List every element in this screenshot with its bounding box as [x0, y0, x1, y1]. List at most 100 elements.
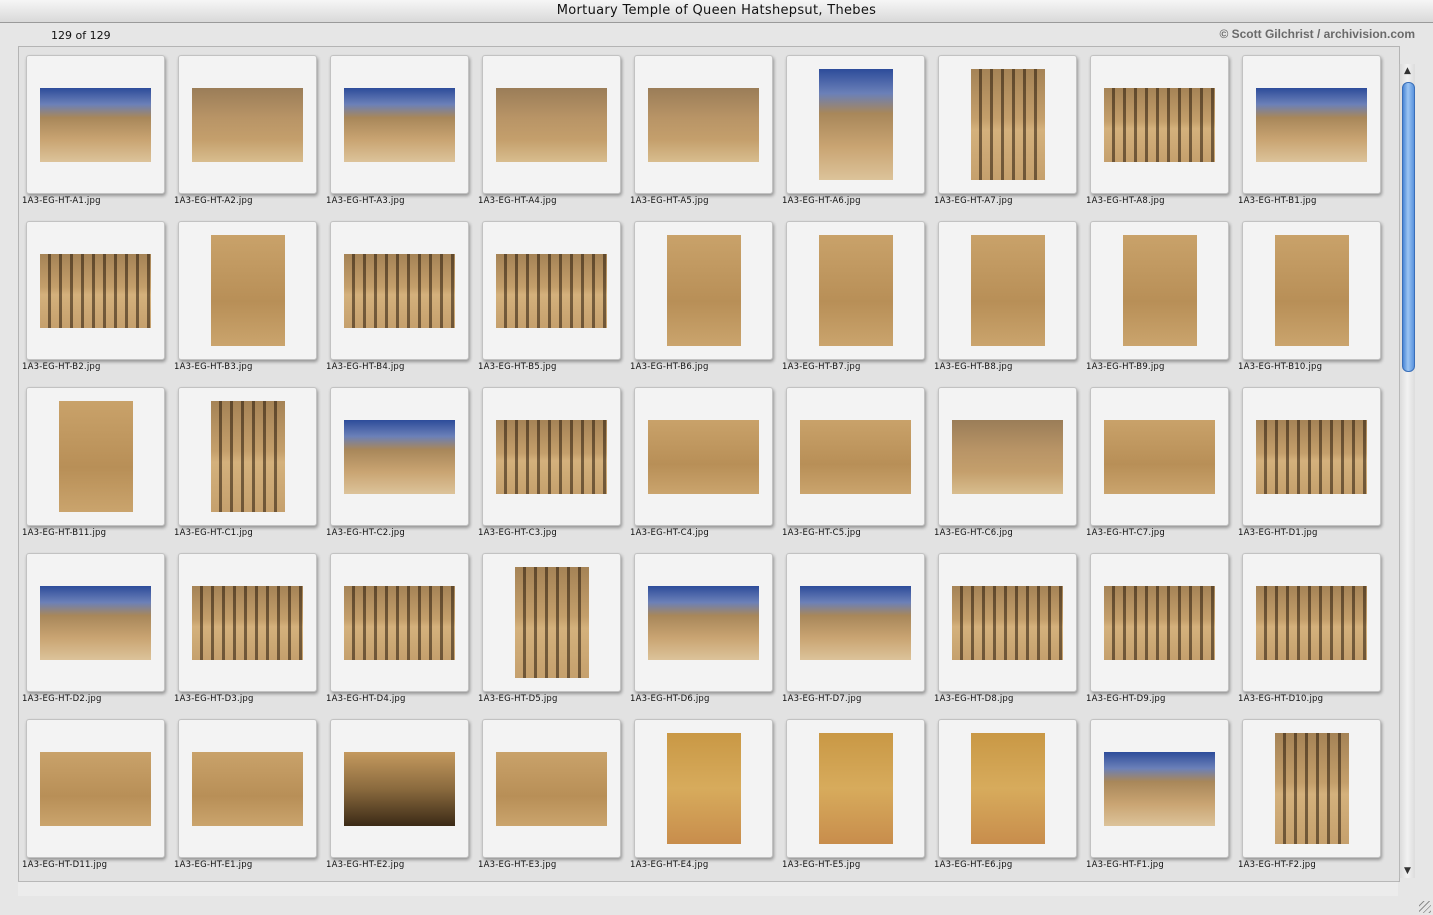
thumbnail-item[interactable]: 1A3-EG-HT-E4.jpg [628, 713, 780, 873]
vertical-scrollbar[interactable]: ▲ ▼ [1399, 64, 1415, 878]
thumbnail-item[interactable]: 1A3-EG-HT-D11.jpg [20, 713, 172, 873]
thumbnail-item[interactable]: 1A3-EG-HT-D3.jpg [172, 547, 324, 707]
thumbnail-frame[interactable] [634, 387, 773, 526]
thumbnail-frame[interactable] [1242, 55, 1381, 194]
thumbnail-image[interactable] [211, 401, 285, 512]
thumbnail-image[interactable] [1256, 88, 1367, 162]
thumbnail-item[interactable]: 1A3-EG-HT-B8.jpg [932, 215, 1084, 375]
thumbnail-item[interactable]: 1A3-EG-HT-C2.jpg [324, 381, 476, 541]
thumbnail-image[interactable] [192, 88, 303, 162]
thumbnail-item[interactable]: 1A3-EG-HT-E6.jpg [932, 713, 1084, 873]
thumbnail-frame[interactable] [786, 387, 925, 526]
thumbnail-frame[interactable] [1242, 221, 1381, 360]
thumbnail-frame[interactable] [1242, 387, 1381, 526]
thumbnail-image[interactable] [496, 752, 607, 826]
thumbnail-item[interactable]: 1A3-EG-HT-D1.jpg [1236, 381, 1388, 541]
thumbnail-item[interactable]: 1A3-EG-HT-D9.jpg [1084, 547, 1236, 707]
thumbnail-image[interactable] [1256, 420, 1367, 494]
thumbnail-frame[interactable] [786, 221, 925, 360]
thumbnail-image[interactable] [40, 752, 151, 826]
thumbnail-image[interactable] [667, 235, 741, 346]
thumbnail-item[interactable]: 1A3-EG-HT-A2.jpg [172, 49, 324, 209]
thumbnail-frame[interactable] [330, 719, 469, 858]
thumbnail-frame[interactable] [786, 553, 925, 692]
thumbnail-image[interactable] [800, 586, 911, 660]
thumbnail-item[interactable]: 1A3-EG-HT-B2.jpg [20, 215, 172, 375]
thumbnail-frame[interactable] [1242, 553, 1381, 692]
thumbnail-frame[interactable] [786, 719, 925, 858]
thumbnail-item[interactable]: 1A3-EG-HT-D2.jpg [20, 547, 172, 707]
thumbnail-item[interactable]: 1A3-EG-HT-D6.jpg [628, 547, 780, 707]
thumbnail-frame[interactable] [786, 55, 925, 194]
thumbnail-image[interactable] [496, 254, 607, 328]
thumbnail-image[interactable] [344, 752, 455, 826]
thumbnail-frame[interactable] [482, 55, 621, 194]
thumbnail-image[interactable] [819, 235, 893, 346]
thumbnail-frame[interactable] [178, 719, 317, 858]
thumbnail-frame[interactable] [482, 553, 621, 692]
thumbnail-item[interactable]: 1A3-EG-HT-E1.jpg [172, 713, 324, 873]
thumbnail-frame[interactable] [26, 55, 165, 194]
thumbnail-item[interactable]: 1A3-EG-HT-C7.jpg [1084, 381, 1236, 541]
thumbnail-item[interactable]: 1A3-EG-HT-B10.jpg [1236, 215, 1388, 375]
thumbnail-image[interactable] [648, 420, 759, 494]
thumbnail-item[interactable]: 1A3-EG-HT-B9.jpg [1084, 215, 1236, 375]
thumbnail-frame[interactable] [482, 221, 621, 360]
thumbnail-frame[interactable] [938, 719, 1077, 858]
thumbnail-image[interactable] [971, 235, 1045, 346]
thumbnail-frame[interactable] [26, 719, 165, 858]
thumbnail-image[interactable] [648, 88, 759, 162]
thumbnail-item[interactable]: 1A3-EG-HT-A6.jpg [780, 49, 932, 209]
thumbnail-image[interactable] [192, 752, 303, 826]
thumbnail-frame[interactable] [1090, 553, 1229, 692]
thumbnail-item[interactable]: 1A3-EG-HT-B11.jpg [20, 381, 172, 541]
thumbnail-image[interactable] [800, 420, 911, 494]
thumbnail-frame[interactable] [330, 221, 469, 360]
thumbnail-image[interactable] [344, 254, 455, 328]
thumbnail-image[interactable] [648, 586, 759, 660]
thumbnail-image[interactable] [1104, 88, 1215, 162]
thumbnail-item[interactable]: 1A3-EG-HT-D10.jpg [1236, 547, 1388, 707]
thumbnail-item[interactable]: 1A3-EG-HT-D8.jpg [932, 547, 1084, 707]
thumbnail-image[interactable] [971, 69, 1045, 180]
thumbnail-image[interactable] [667, 733, 741, 844]
thumbnail-image[interactable] [40, 88, 151, 162]
thumbnail-frame[interactable] [634, 221, 773, 360]
scroll-thumb[interactable] [1402, 82, 1415, 372]
thumbnail-image[interactable] [59, 401, 133, 512]
thumbnail-item[interactable]: 1A3-EG-HT-D4.jpg [324, 547, 476, 707]
thumbnail-frame[interactable] [330, 55, 469, 194]
thumbnail-item[interactable]: 1A3-EG-HT-D5.jpg [476, 547, 628, 707]
thumbnail-frame[interactable] [178, 553, 317, 692]
thumbnail-image[interactable] [1104, 586, 1215, 660]
thumbnail-image[interactable] [515, 567, 589, 678]
thumbnail-frame[interactable] [330, 553, 469, 692]
thumbnail-frame[interactable] [1242, 719, 1381, 858]
thumbnail-image[interactable] [819, 69, 893, 180]
thumbnail-item[interactable]: 1A3-EG-HT-A7.jpg [932, 49, 1084, 209]
thumbnail-item[interactable]: 1A3-EG-HT-B5.jpg [476, 215, 628, 375]
thumbnail-frame[interactable] [938, 553, 1077, 692]
thumbnail-frame[interactable] [938, 55, 1077, 194]
thumbnail-item[interactable]: 1A3-EG-HT-E2.jpg [324, 713, 476, 873]
thumbnail-image[interactable] [1256, 586, 1367, 660]
thumbnail-frame[interactable] [26, 387, 165, 526]
thumbnail-image[interactable] [1275, 733, 1349, 844]
thumbnail-image[interactable] [1104, 420, 1215, 494]
thumbnail-frame[interactable] [634, 553, 773, 692]
thumbnail-image[interactable] [952, 420, 1063, 494]
thumbnail-image[interactable] [40, 254, 151, 328]
thumbnail-item[interactable]: 1A3-EG-HT-B4.jpg [324, 215, 476, 375]
thumbnail-item[interactable]: 1A3-EG-HT-F1.jpg [1084, 713, 1236, 873]
thumbnail-item[interactable]: 1A3-EG-HT-C1.jpg [172, 381, 324, 541]
scroll-down-arrow-icon[interactable]: ▼ [1400, 864, 1415, 878]
thumbnail-item[interactable]: 1A3-EG-HT-C4.jpg [628, 381, 780, 541]
thumbnail-item[interactable]: 1A3-EG-HT-B7.jpg [780, 215, 932, 375]
thumbnail-frame[interactable] [634, 55, 773, 194]
thumbnail-frame[interactable] [26, 221, 165, 360]
thumbnail-item[interactable]: 1A3-EG-HT-C6.jpg [932, 381, 1084, 541]
thumbnail-image[interactable] [819, 733, 893, 844]
thumbnail-frame[interactable] [330, 387, 469, 526]
scroll-up-arrow-icon[interactable]: ▲ [1400, 64, 1415, 78]
thumbnail-frame[interactable] [1090, 387, 1229, 526]
